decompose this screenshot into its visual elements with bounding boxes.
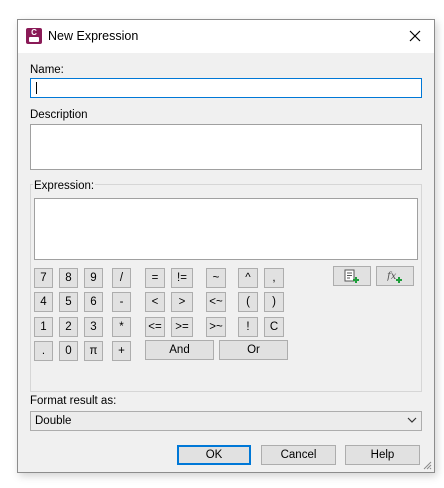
new-expression-dialog: C New Expression Name: Description Expre… bbox=[17, 19, 435, 473]
key-equals[interactable]: = bbox=[145, 268, 165, 288]
and-button[interactable]: And bbox=[145, 340, 214, 360]
help-button[interactable]: Help bbox=[345, 445, 420, 465]
key-tilde[interactable]: ~ bbox=[206, 268, 226, 288]
svg-text:fx: fx bbox=[387, 271, 397, 282]
format-select[interactable]: Double bbox=[30, 411, 422, 431]
key-7[interactable]: 7 bbox=[34, 268, 53, 288]
insert-variable-icon bbox=[344, 269, 359, 283]
key-not[interactable]: ! bbox=[238, 317, 258, 337]
dialog-title: New Expression bbox=[48, 29, 139, 43]
insert-function-icon: fx bbox=[387, 271, 402, 283]
key-approx-less[interactable]: <~ bbox=[206, 292, 226, 312]
expression-input[interactable] bbox=[34, 198, 418, 260]
expression-app-icon: C bbox=[26, 28, 42, 44]
key-8[interactable]: 8 bbox=[59, 268, 78, 288]
key-5[interactable]: 5 bbox=[59, 292, 78, 312]
key-plus[interactable]: + bbox=[112, 341, 131, 361]
insert-function-button[interactable]: fx bbox=[376, 266, 414, 286]
key-3[interactable]: 3 bbox=[84, 317, 103, 337]
key-9[interactable]: 9 bbox=[84, 268, 103, 288]
name-input[interactable] bbox=[30, 78, 422, 98]
key-comma[interactable]: , bbox=[264, 268, 284, 288]
key-multiply[interactable]: * bbox=[112, 317, 131, 337]
text-caret bbox=[36, 82, 37, 94]
cancel-button[interactable]: Cancel bbox=[261, 445, 336, 465]
key-2[interactable]: 2 bbox=[59, 317, 78, 337]
key-6[interactable]: 6 bbox=[84, 292, 103, 312]
key-greater-equal[interactable]: >= bbox=[171, 317, 193, 337]
key-greater-than[interactable]: > bbox=[171, 292, 193, 312]
description-label: Description bbox=[30, 109, 88, 121]
title-bar: C New Expression bbox=[18, 20, 434, 53]
key-open-paren[interactable]: ( bbox=[238, 292, 258, 312]
key-1[interactable]: 1 bbox=[34, 317, 53, 337]
key-pi[interactable]: π bbox=[84, 341, 103, 361]
key-approx-greater[interactable]: >~ bbox=[206, 317, 226, 337]
app-icon-letter: C bbox=[31, 28, 37, 37]
description-input[interactable] bbox=[30, 124, 422, 170]
key-caret[interactable]: ^ bbox=[238, 268, 258, 288]
format-selected-value: Double bbox=[35, 415, 72, 427]
key-close-paren[interactable]: ) bbox=[264, 292, 284, 312]
key-divide[interactable]: / bbox=[112, 268, 131, 288]
key-not-equals[interactable]: != bbox=[171, 268, 193, 288]
chevron-down-icon bbox=[407, 417, 417, 423]
key-clear[interactable]: C bbox=[264, 317, 284, 337]
name-label: Name: bbox=[30, 64, 64, 76]
expression-label: Expression: bbox=[33, 180, 96, 192]
or-button[interactable]: Or bbox=[219, 340, 288, 360]
key-less-equal[interactable]: <= bbox=[145, 317, 165, 337]
insert-variable-button[interactable] bbox=[333, 266, 371, 286]
close-button[interactable] bbox=[402, 24, 428, 48]
key-decimal[interactable]: . bbox=[34, 341, 53, 361]
key-4[interactable]: 4 bbox=[34, 292, 53, 312]
key-less-than[interactable]: < bbox=[145, 292, 165, 312]
close-icon bbox=[409, 30, 421, 42]
key-minus[interactable]: - bbox=[112, 292, 131, 312]
key-0[interactable]: 0 bbox=[59, 341, 78, 361]
ok-button[interactable]: OK bbox=[177, 445, 251, 465]
format-label: Format result as: bbox=[30, 395, 117, 407]
resize-grip-icon[interactable] bbox=[422, 460, 432, 470]
